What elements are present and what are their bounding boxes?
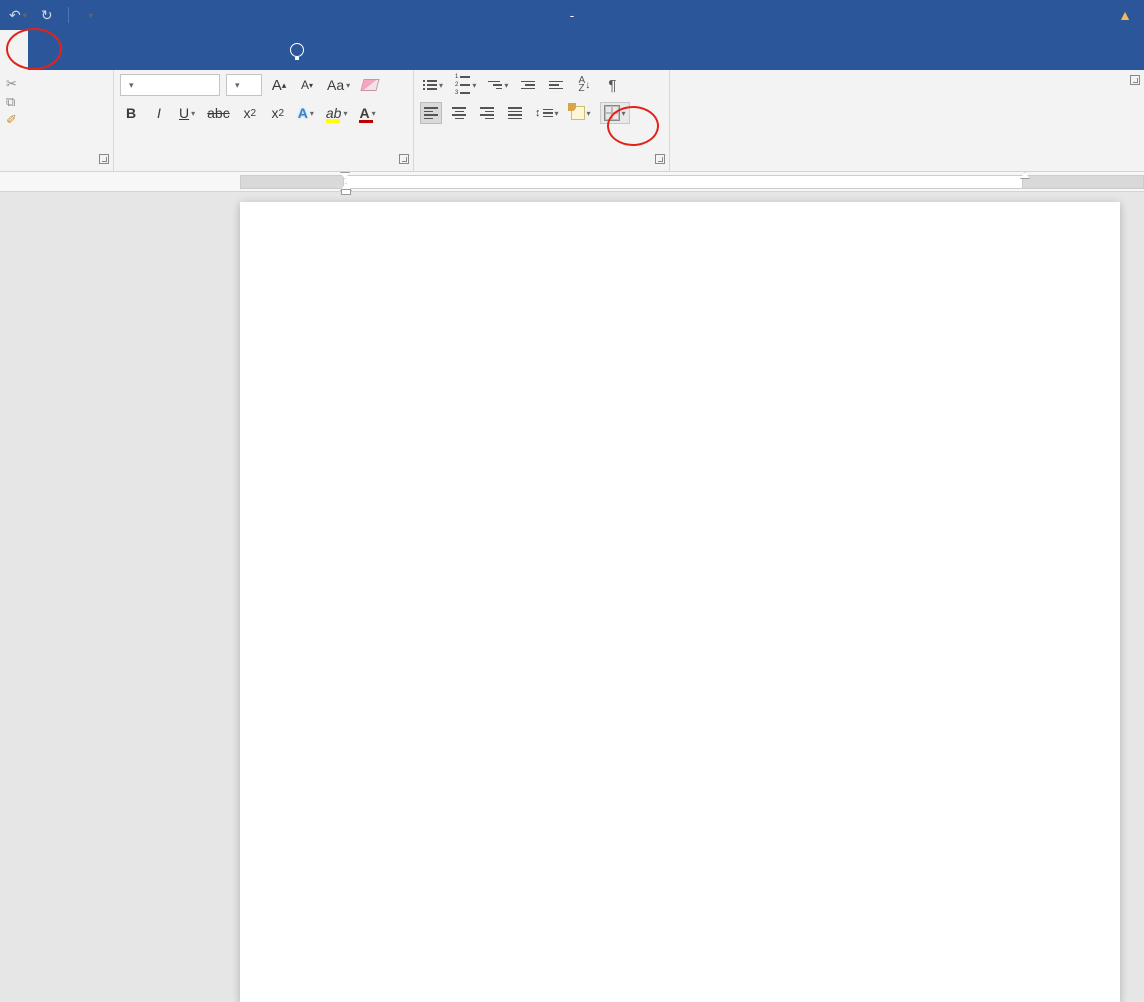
ribbon: ✂ ⧉ ✐ ▾ ▾ A▴ A▾ Aa▾ B I U▾	[0, 70, 1144, 172]
outdent-icon	[521, 81, 535, 90]
shading-button[interactable]: ▾	[568, 102, 594, 124]
ribbon-tabs	[0, 30, 1144, 70]
window-title: -	[566, 8, 578, 23]
shading-icon	[571, 106, 585, 120]
undo-button[interactable]: ↶▾	[6, 4, 30, 26]
numbering-icon: 123	[455, 74, 470, 96]
group-label-clipboard	[0, 153, 113, 171]
clear-formatting-button[interactable]	[359, 74, 381, 96]
multilevel-list-button[interactable]: ▾	[485, 74, 511, 96]
group-label-styles	[670, 74, 1144, 92]
warning-icon: ▲	[1118, 7, 1132, 23]
tab-view[interactable]	[196, 30, 224, 70]
paintbrush-icon: ✐	[6, 112, 20, 126]
group-clipboard: ✂ ⧉ ✐	[0, 70, 114, 171]
horizontal-ruler[interactable]	[0, 172, 1144, 192]
font-name-combo[interactable]: ▾	[120, 74, 220, 96]
superscript-button[interactable]: x2	[267, 102, 289, 124]
font-color-button[interactable]: A▾	[356, 102, 378, 124]
linespacing-icon	[543, 109, 553, 118]
bold-button[interactable]: B	[120, 102, 142, 124]
tab-layout[interactable]	[84, 30, 112, 70]
tab-references[interactable]	[112, 30, 140, 70]
paragraph-dialog-launcher[interactable]	[655, 154, 665, 164]
subscript-button[interactable]: x2	[239, 102, 261, 124]
quick-access-toolbar: ↶▾ ↻ ▾	[0, 4, 101, 26]
group-label-font	[114, 153, 413, 171]
bullets-button[interactable]: ▾	[420, 74, 446, 96]
bullets-icon	[423, 80, 437, 90]
font-size-combo[interactable]: ▾	[226, 74, 262, 96]
tab-design[interactable]	[56, 30, 84, 70]
group-styles	[670, 70, 1144, 171]
eraser-icon	[361, 79, 380, 91]
group-paragraph: ▾ 123▾ ▾ AZ↓ ¶ ↕▾ ▾ ▾	[414, 70, 670, 171]
justify-button[interactable]	[504, 102, 526, 124]
group-font: ▾ ▾ A▴ A▾ Aa▾ B I U▾ abc x2 x2 A▾ ab▾ A▾	[114, 70, 414, 171]
align-right-button[interactable]	[476, 102, 498, 124]
copy-icon: ⧉	[6, 94, 20, 108]
borders-button[interactable]: ▾	[600, 102, 630, 124]
redo-button[interactable]: ↻	[36, 4, 58, 26]
tab-developer[interactable]	[224, 30, 252, 70]
format-painter-button[interactable]: ✐	[6, 112, 26, 126]
hanging-indent-marker[interactable]	[340, 183, 350, 193]
strikethrough-button[interactable]: abc	[204, 102, 233, 124]
tab-home[interactable]	[0, 30, 28, 70]
clipboard-dialog-launcher[interactable]	[99, 154, 109, 164]
line-spacing-button[interactable]: ↕▾	[532, 102, 562, 124]
borders-icon	[604, 105, 620, 121]
multilevel-icon	[488, 81, 502, 90]
scissors-icon: ✂	[6, 76, 20, 90]
align-center-icon	[452, 107, 466, 119]
styles-dialog-launcher[interactable]	[1130, 75, 1140, 85]
titlebar-right: ▲	[1118, 7, 1138, 23]
tell-me[interactable]	[290, 30, 312, 70]
document-area	[0, 172, 1144, 640]
align-right-icon	[480, 107, 494, 119]
text-effects-button[interactable]: A▾	[295, 102, 317, 124]
sort-icon: AZ	[579, 77, 586, 93]
pilcrow-icon: ¶	[608, 77, 616, 94]
tab-help[interactable]	[252, 30, 280, 70]
indent-icon	[549, 81, 563, 90]
grow-font-button[interactable]: A▴	[268, 74, 290, 96]
qat-customize[interactable]: ▾	[79, 4, 101, 26]
font-dialog-launcher[interactable]	[399, 154, 409, 164]
title-bar: ↶▾ ↻ ▾ - ▲	[0, 0, 1144, 30]
decrease-indent-button[interactable]	[517, 74, 539, 96]
align-left-button[interactable]	[420, 102, 442, 124]
lightbulb-icon	[290, 43, 304, 57]
cut-button[interactable]: ✂	[6, 76, 26, 90]
change-case-button[interactable]: Aa▾	[324, 74, 353, 96]
shrink-font-button[interactable]: A▾	[296, 74, 318, 96]
underline-button[interactable]: U▾	[176, 102, 198, 124]
sort-button[interactable]: AZ↓	[573, 74, 595, 96]
align-center-button[interactable]	[448, 102, 470, 124]
tab-mailings[interactable]	[140, 30, 168, 70]
show-marks-button[interactable]: ¶	[601, 74, 623, 96]
group-label-paragraph	[414, 153, 669, 171]
highlight-button[interactable]: ab▾	[323, 102, 351, 124]
italic-button[interactable]: I	[148, 102, 170, 124]
copy-button[interactable]: ⧉	[6, 94, 26, 108]
increase-indent-button[interactable]	[545, 74, 567, 96]
align-left-icon	[424, 107, 438, 119]
document-page[interactable]	[240, 202, 1120, 1002]
justify-icon	[508, 107, 522, 119]
numbering-button[interactable]: 123▾	[452, 74, 479, 96]
tab-review[interactable]	[168, 30, 196, 70]
tab-insert[interactable]	[28, 30, 56, 70]
